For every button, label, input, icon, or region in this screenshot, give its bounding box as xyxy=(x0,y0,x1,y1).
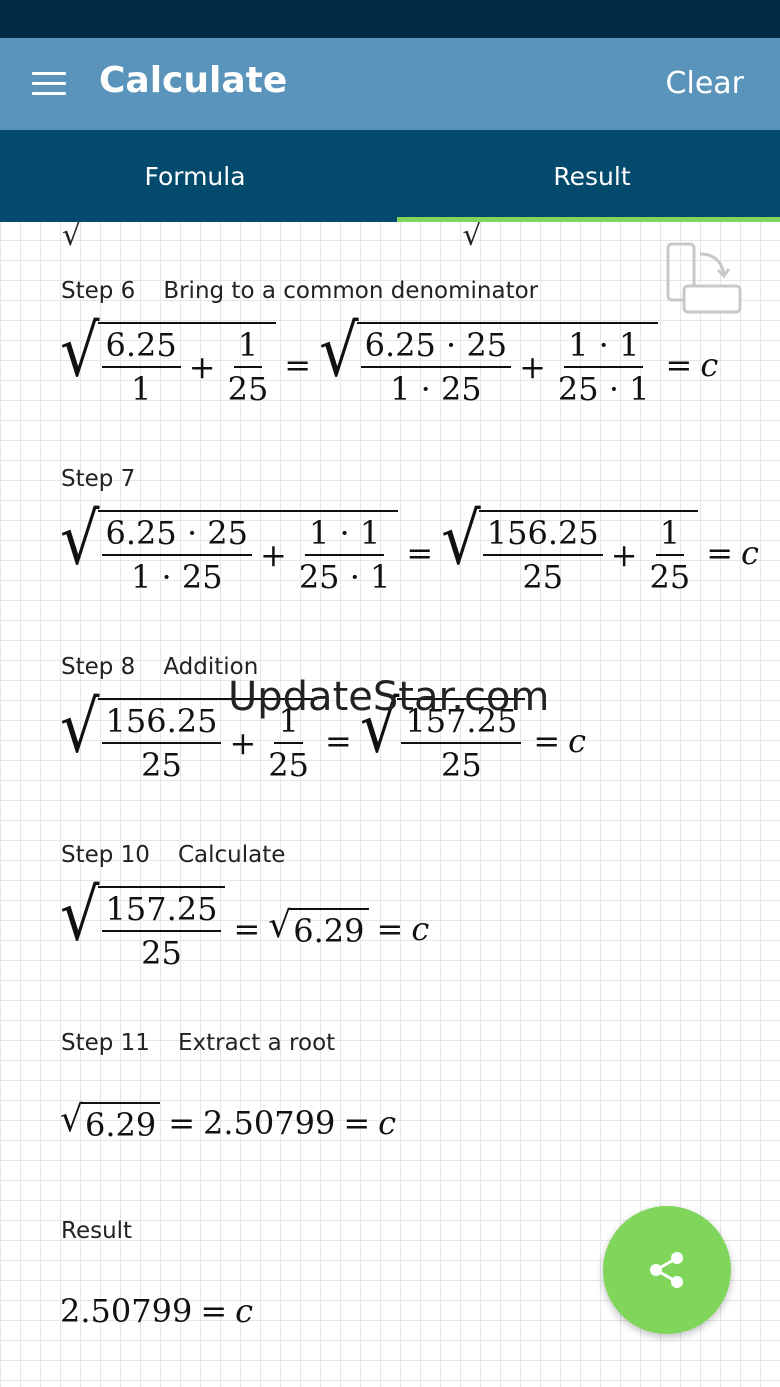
rotate-device-icon[interactable] xyxy=(664,242,744,318)
cut-off-previous-step: √ √ xyxy=(62,222,482,253)
step-10-label: Step 10 Calculate xyxy=(61,842,286,868)
step-10-equation: √ 157.25 25 = √ 6.29 = c xyxy=(60,872,430,972)
result-equation: 2.50799 = c xyxy=(60,1292,254,1330)
step-7-equation: √ 6.25 · 25 1 · 25 + 1 · 1 25 · 1 = √ 156.… xyxy=(60,496,759,596)
step-6-label: Step 6 Bring to a common denominator xyxy=(61,278,539,304)
step-11-equation: √ 6.29 = 2.50799 = c xyxy=(60,1099,397,1145)
app-bar: Calculate Clear xyxy=(0,38,780,130)
tab-bar: Formula Result xyxy=(0,130,780,222)
step-7-label: Step 7 xyxy=(61,466,136,492)
status-bar xyxy=(0,0,780,38)
watermark: UpdateStar.com xyxy=(228,674,550,720)
page-title: Calculate xyxy=(99,60,288,101)
share-button[interactable] xyxy=(603,1206,731,1334)
result-label: Result xyxy=(61,1218,133,1244)
clear-button[interactable]: Clear xyxy=(666,66,744,101)
menu-icon[interactable] xyxy=(32,72,66,96)
tab-result[interactable]: Result xyxy=(397,130,780,222)
tab-formula[interactable]: Formula xyxy=(0,130,390,222)
share-icon xyxy=(650,1252,683,1288)
result-steps[interactable]: √ √ Step 6 Bring to a common denominator … xyxy=(0,222,780,1387)
step-6-equation: √ 6.25 1 + 1 25 = √ 6.25 · 25 1 · 25 + 1 · … xyxy=(60,308,719,408)
step-11-label: Step 11 Extract a root xyxy=(61,1030,336,1056)
